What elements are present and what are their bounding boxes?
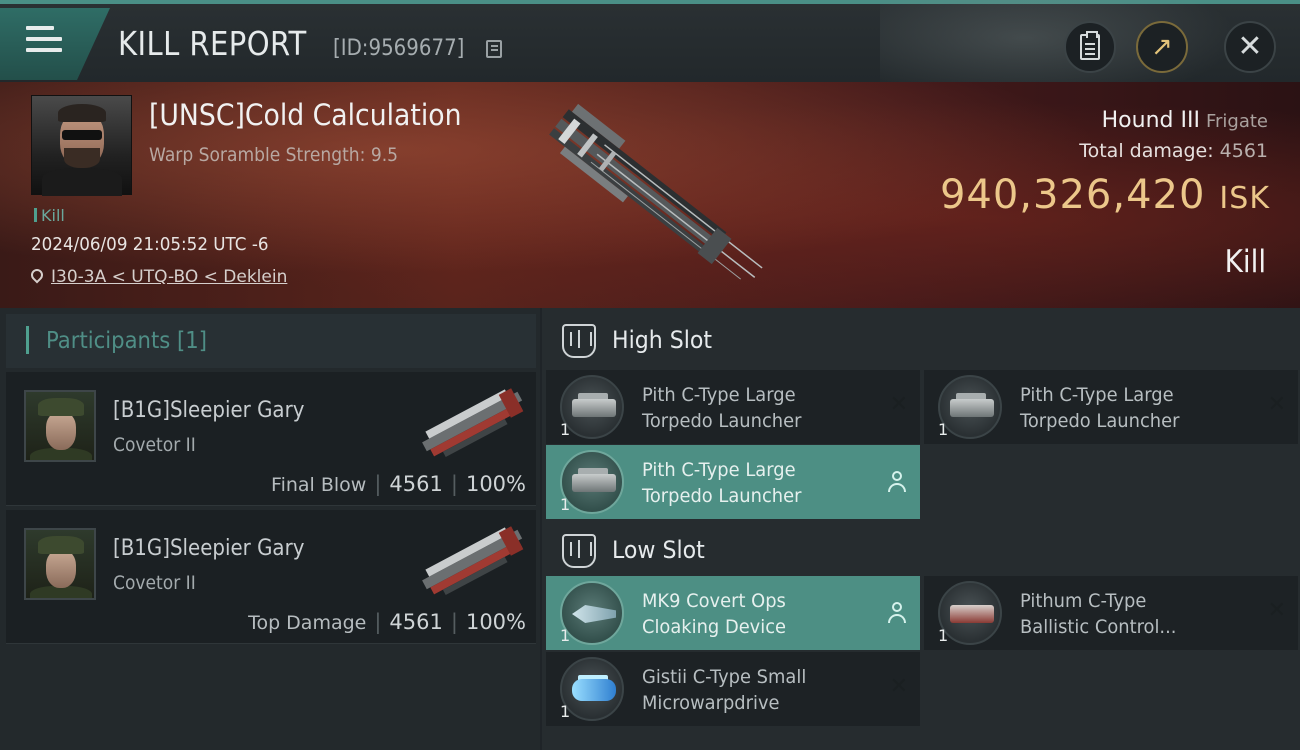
total-damage: Total damage: 4561 xyxy=(1079,140,1268,162)
share-button[interactable]: ↗ xyxy=(1136,21,1188,73)
module-item[interactable]: 1 Pithum C-Type Ballistic Control... ✕ xyxy=(924,576,1298,650)
participant-percent: 100% xyxy=(465,472,526,496)
module-item[interactable]: 1 MK9 Covert Ops Cloaking Device xyxy=(546,576,920,650)
low-slot-icon xyxy=(562,534,596,568)
participant-name: [B1G]Sleepier Gary xyxy=(113,398,305,423)
participant-percent: 100% xyxy=(465,610,526,634)
module-name: Pith C-Type Large Torpedo Launcher xyxy=(642,459,802,507)
destroyed-icon: ✕ xyxy=(889,674,908,699)
participant-avatar[interactable] xyxy=(24,390,96,462)
module-item[interactable]: 1 Pith C-Type Large Torpedo Launcher ✕ xyxy=(924,370,1298,444)
high-slot-header: High Slot xyxy=(542,308,1300,370)
participant-ship: Covetor II xyxy=(113,572,196,594)
module-name: Pith C-Type Large Torpedo Launcher xyxy=(1020,384,1180,432)
participant-damage: 4561 xyxy=(389,610,443,634)
participants-title: Participants [1] xyxy=(46,328,207,354)
participants-panel: Participants [1] [B1G]Sleepier Gary Cove… xyxy=(0,308,540,750)
close-icon: ✕ xyxy=(1237,29,1263,64)
participants-header: Participants [1] xyxy=(6,314,536,368)
low-slot-header: Low Slot xyxy=(542,518,1300,580)
module-quantity: 1 xyxy=(560,702,571,721)
kill-result: Kill xyxy=(1224,244,1266,280)
module-quantity: 1 xyxy=(938,420,949,439)
location-pin-icon xyxy=(31,269,43,283)
victim-name[interactable]: [UNSC]Cold Calculation xyxy=(149,98,461,132)
kill-location[interactable]: I30-3A < UTQ-BO < Deklein xyxy=(31,267,287,287)
destroyed-icon: ✕ xyxy=(889,392,908,417)
participant-ship-image xyxy=(422,388,524,458)
module-name: Pithum C-Type Ballistic Control... xyxy=(1020,590,1177,638)
high-slot-icon xyxy=(562,324,596,358)
participant-avatar[interactable] xyxy=(24,528,96,600)
victim-ship: Hound III Frigate xyxy=(1102,108,1268,133)
module-name: MK9 Covert Ops Cloaking Device xyxy=(642,590,787,638)
page-title: KILL REPORT xyxy=(118,24,307,63)
share-icon: ↗ xyxy=(1151,32,1173,62)
module-quantity: 1 xyxy=(938,626,949,645)
kill-datetime: 2024/06/09 21:05:52 UTC -6 xyxy=(31,234,269,255)
module-item[interactable]: 1 Gistii C-Type Small Microwarpdrive ✕ xyxy=(546,652,920,726)
ship-name: Hound III xyxy=(1101,108,1200,133)
participant-damage: 4561 xyxy=(389,472,443,496)
module-item[interactable]: 1 Pith C-Type Large Torpedo Launcher xyxy=(546,445,920,519)
module-quantity: 1 xyxy=(560,495,571,514)
low-slot-title: Low Slot xyxy=(612,536,705,564)
dropped-icon xyxy=(888,602,906,624)
location-link[interactable]: I30-3A < UTQ-BO < Deklein xyxy=(51,267,287,287)
module-name: Pith C-Type Large Torpedo Launcher xyxy=(642,384,802,432)
victim-portrait[interactable] xyxy=(31,95,132,196)
destroyed-icon: ✕ xyxy=(1267,598,1286,623)
copy-icon[interactable] xyxy=(486,40,502,58)
participant-ship: Covetor II xyxy=(113,434,196,456)
top-bar: KILL REPORT [ID:9569677] ↗ ✕ xyxy=(0,0,1300,104)
participant-name: [B1G]Sleepier Gary xyxy=(113,536,305,561)
module-name: Gistii C-Type Small Microwarpdrive xyxy=(642,666,807,714)
total-damage-value: 4561 xyxy=(1219,140,1268,162)
victim-ship-image xyxy=(549,103,763,280)
participant-row[interactable]: [B1G]Sleepier Gary Covetor II Final Blow… xyxy=(6,372,536,506)
clipboard-button[interactable] xyxy=(1064,21,1116,73)
kill-banner: [UNSC]Cold Calculation Warp Soramble Str… xyxy=(0,82,1300,308)
high-slot-title: High Slot xyxy=(612,326,713,354)
destroyed-icon: ✕ xyxy=(1267,392,1286,417)
close-button[interactable]: ✕ xyxy=(1224,21,1276,73)
participant-stats: Top Damage | 4561 | 100% xyxy=(248,610,526,634)
report-id: [ID:9569677] xyxy=(333,36,465,61)
clipboard-icon xyxy=(1080,31,1100,60)
participant-ship-image xyxy=(422,526,524,596)
module-quantity: 1 xyxy=(560,626,571,645)
hamburger-menu-icon[interactable] xyxy=(26,26,62,56)
dropped-icon xyxy=(888,471,906,493)
participant-row[interactable]: [B1G]Sleepier Gary Covetor II Top Damage… xyxy=(6,510,536,644)
module-item[interactable]: 1 Pith C-Type Large Torpedo Launcher ✕ xyxy=(546,370,920,444)
fitting-panel: High Slot 1 Pith C-Type Large Torpedo Lau… xyxy=(542,308,1300,750)
module-quantity: 1 xyxy=(560,420,571,439)
participant-role: Final Blow xyxy=(271,474,367,496)
isk-value: 940,326,420 ISK xyxy=(939,172,1270,218)
ship-class: Frigate xyxy=(1205,111,1268,132)
participant-stats: Final Blow | 4561 | 100% xyxy=(271,472,526,496)
kill-tag: Kill xyxy=(34,206,65,225)
warp-scramble-strength: Warp Soramble Strength: 9.5 xyxy=(149,144,399,166)
participant-role: Top Damage xyxy=(248,612,367,634)
